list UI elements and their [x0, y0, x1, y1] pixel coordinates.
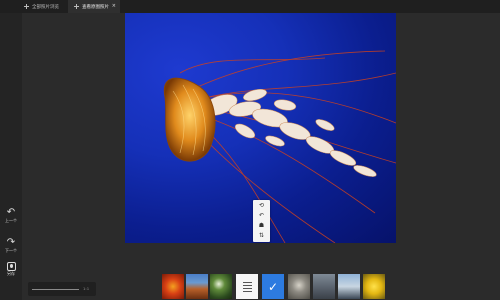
- thumbnail-leaves[interactable]: [210, 274, 232, 299]
- undo-icon[interactable]: ↶: [253, 211, 270, 221]
- tab-view-photo[interactable]: 查看原图照片 ×: [68, 0, 120, 13]
- sidebar: [0, 13, 22, 300]
- edit-menu: ⟲ ↶ ☗ ⇅: [253, 200, 270, 242]
- plus-icon: [74, 4, 79, 9]
- crop-icon[interactable]: ☗: [253, 221, 270, 231]
- tab-label: 全部照片浏览: [32, 4, 59, 10]
- save-as-button[interactable]: 另存: [0, 262, 22, 276]
- save-icon: [6, 262, 16, 271]
- previous-arrow-icon: ↶: [6, 207, 16, 218]
- tab-all-photos[interactable]: 全部照片浏览: [18, 0, 68, 13]
- next-label: 下一个: [5, 248, 17, 253]
- next-arrow-icon: ↷: [6, 237, 16, 248]
- zoom-value: 1:1: [83, 286, 90, 291]
- thumbnail-flower[interactable]: [162, 274, 184, 299]
- thumbnail-penguins[interactable]: [338, 274, 360, 299]
- tab-label: 查看原图照片: [82, 4, 109, 10]
- thumbnail-selected[interactable]: ✓: [262, 274, 284, 299]
- tab-bar: 全部照片浏览 查看原图照片 ×: [0, 0, 500, 13]
- thumbnail-desert[interactable]: [186, 274, 208, 299]
- thumbnail-koala[interactable]: [288, 274, 310, 299]
- next-button[interactable]: ↷ 下一个: [0, 237, 22, 253]
- previous-label: 上一个: [5, 218, 17, 223]
- plus-icon: [24, 4, 29, 9]
- thumbnail-document[interactable]: [236, 274, 258, 299]
- filmstrip: ✓: [160, 274, 390, 299]
- previous-button[interactable]: ↶ 上一个: [0, 207, 22, 223]
- zoom-control: 1:1: [28, 282, 96, 296]
- thumbnail-tulips[interactable]: [363, 274, 385, 299]
- close-icon[interactable]: ×: [112, 3, 116, 10]
- rotate-icon[interactable]: ⟲: [253, 201, 270, 211]
- save-label: 另存: [7, 271, 15, 276]
- flip-icon[interactable]: ⇅: [253, 231, 270, 241]
- zoom-slider[interactable]: [32, 289, 79, 290]
- thumbnail-lighthouse[interactable]: [313, 274, 335, 299]
